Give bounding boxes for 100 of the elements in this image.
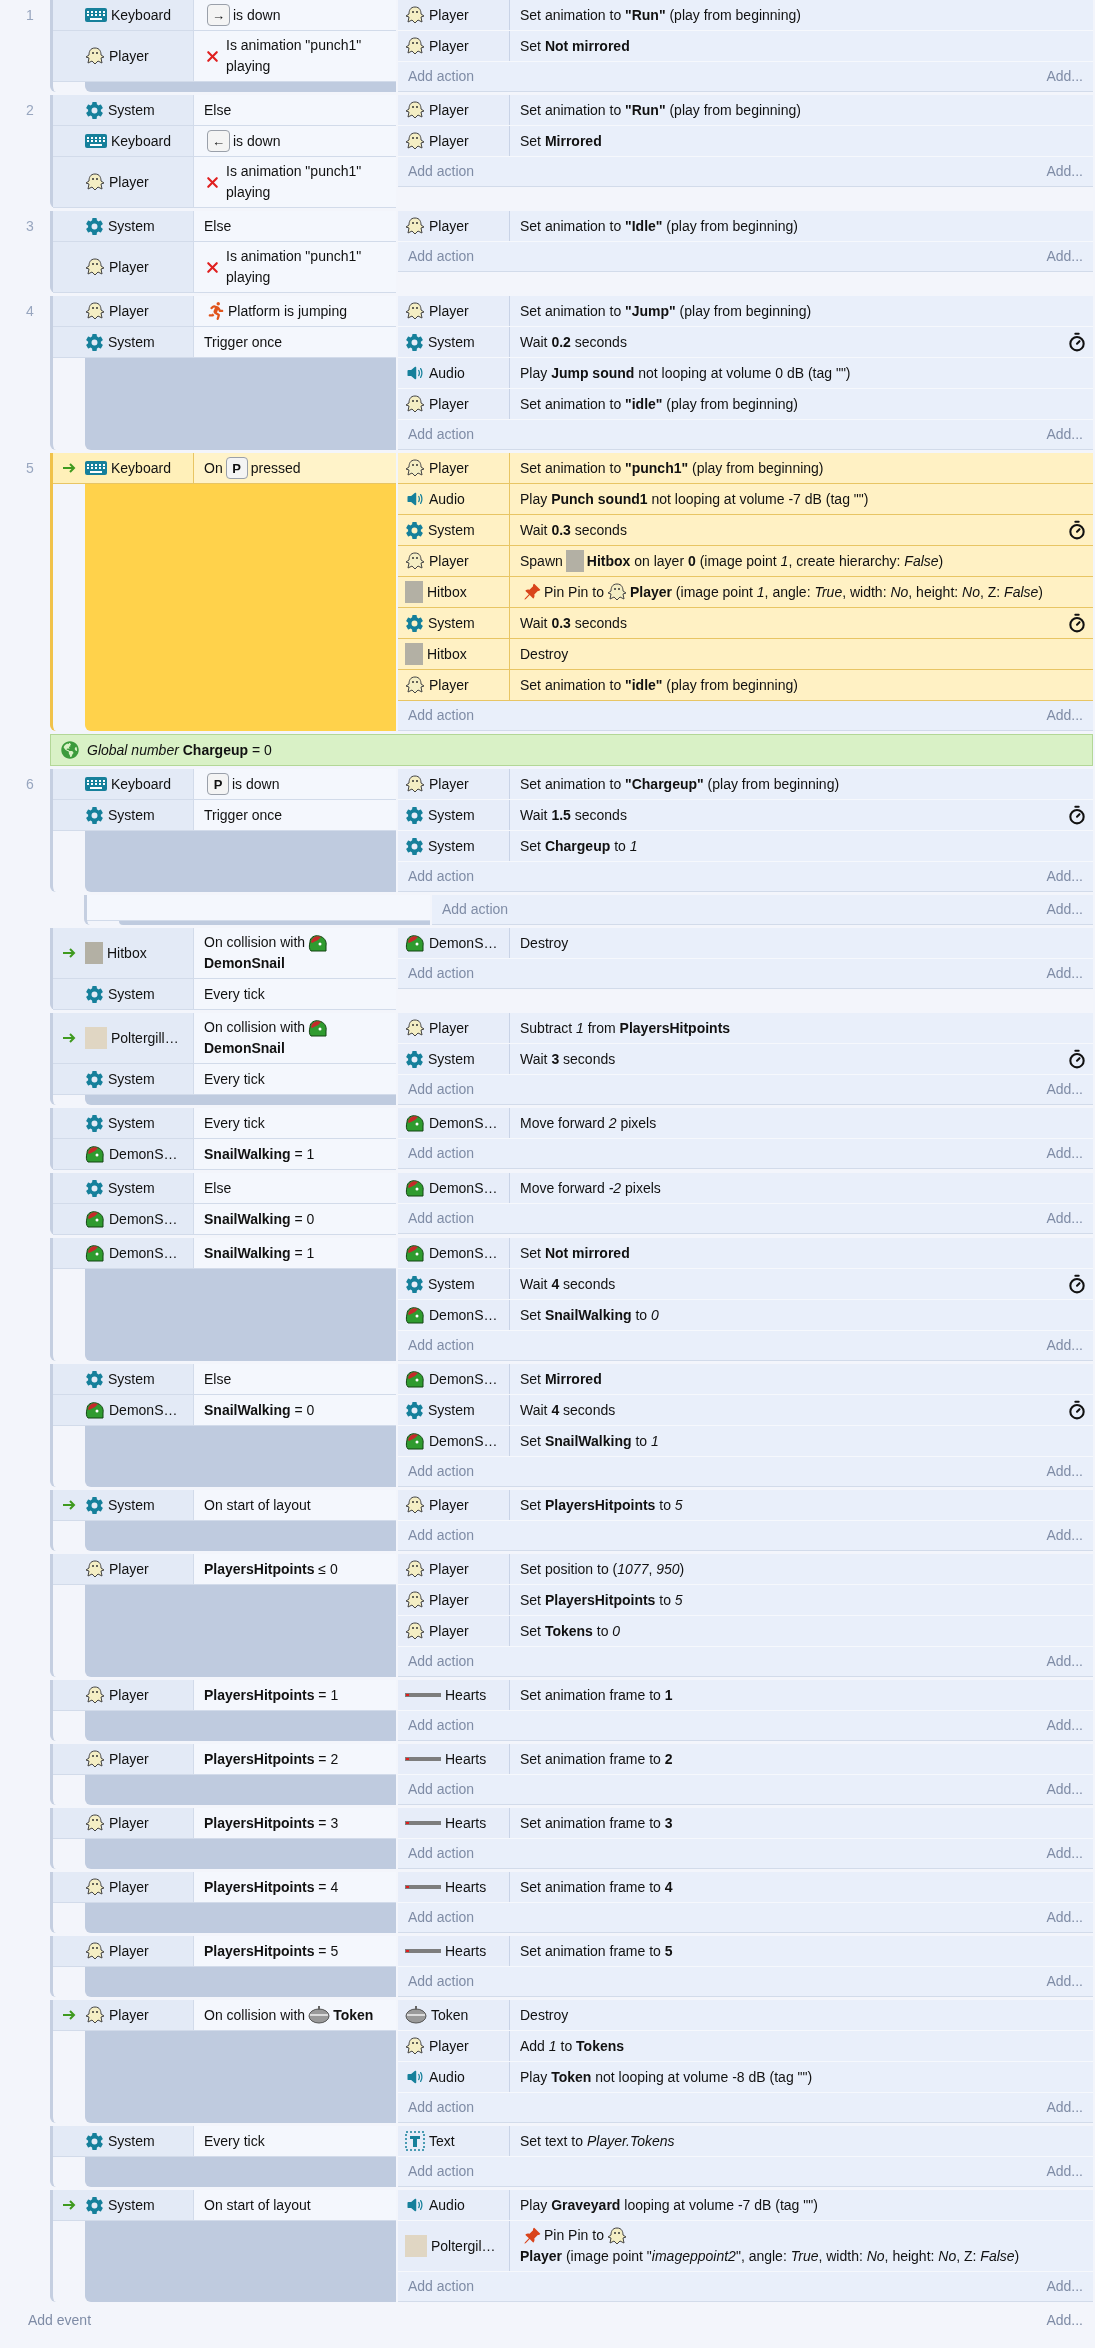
condition-object-cell[interactable]: System — [53, 327, 193, 357]
condition-object-cell[interactable]: Player — [53, 1680, 193, 1710]
action-object-cell[interactable]: DemonS… — [398, 1238, 509, 1268]
action-cell[interactable]: Wait 4 seconds — [509, 1269, 1093, 1299]
action-object-cell[interactable]: System — [398, 327, 509, 357]
condition-object-cell[interactable]: Keyboard — [53, 126, 193, 156]
action-object-cell[interactable]: Player — [398, 0, 509, 30]
action-object-cell[interactable]: Player — [398, 1554, 509, 1584]
action-object-cell[interactable]: Hearts — [398, 1808, 509, 1838]
condition-object-cell[interactable]: Keyboard — [53, 453, 193, 483]
action-cell[interactable]: Set SnailWalking to 0 — [509, 1300, 1093, 1330]
condition-object-cell[interactable]: Keyboard — [53, 0, 193, 30]
action-cell[interactable]: Set Mirrored — [509, 1364, 1093, 1394]
action-cell[interactable]: Set animation frame to 4 — [509, 1872, 1093, 1902]
condition-object-cell[interactable]: System — [53, 2190, 193, 2220]
action-cell[interactable]: Wait 0.3 seconds — [509, 515, 1093, 545]
action-object-cell[interactable]: Audio — [398, 2190, 509, 2220]
action-object-cell[interactable]: DemonS… — [398, 1364, 509, 1394]
condition-object-cell[interactable]: DemonS… — [53, 1395, 193, 1425]
action-cell[interactable]: Wait 4 seconds — [509, 1395, 1093, 1425]
action-cell[interactable]: Move forward -2 pixels — [509, 1173, 1093, 1203]
action-object-cell[interactable]: System — [398, 831, 509, 861]
action-object-cell[interactable]: Player — [398, 1585, 509, 1615]
action-cell[interactable]: Set Not mirrored — [509, 31, 1093, 61]
action-cell[interactable]: Destroy — [509, 2000, 1093, 2030]
action-cell[interactable]: Set animation frame to 5 — [509, 1936, 1093, 1966]
condition-object-cell[interactable]: System — [53, 2126, 193, 2156]
action-object-cell[interactable]: Player — [398, 31, 509, 61]
condition-object-cell[interactable]: System — [53, 95, 193, 125]
action-object-cell[interactable]: DemonS… — [398, 1300, 509, 1330]
action-object-cell[interactable]: Player — [398, 670, 509, 700]
action-object-cell[interactable]: Player — [398, 769, 509, 799]
condition-object-cell[interactable]: System — [53, 800, 193, 830]
condition-object-cell[interactable]: Player — [53, 31, 193, 81]
action-object-cell[interactable]: Hearts — [398, 1680, 509, 1710]
action-object-cell[interactable]: Player — [398, 453, 509, 483]
action-object-cell[interactable]: DemonS… — [398, 1108, 509, 1138]
action-cell[interactable]: Set Mirrored — [509, 126, 1093, 156]
action-object-cell[interactable]: Player — [398, 95, 509, 125]
action-cell[interactable]: Set animation to "Chargeup" (play from beginning) — [509, 769, 1093, 799]
action-cell[interactable]: Set animation to "Jump" (play from beginning) — [509, 296, 1093, 326]
action-cell[interactable]: Play Token not looping at volume -8 dB (tag "") — [509, 2062, 1093, 2092]
action-cell[interactable]: Play Jump sound not looping at volume 0 dB (tag "") — [509, 358, 1093, 388]
action-object-cell[interactable]: System — [398, 800, 509, 830]
action-object-cell[interactable]: System — [398, 1269, 509, 1299]
action-cell[interactable]: Wait 0.3 seconds — [509, 608, 1093, 638]
action-cell[interactable]: Play Graveyard looping at volume -7 dB (tag "") — [509, 2190, 1093, 2220]
action-object-cell[interactable]: Audio — [398, 358, 509, 388]
condition-object-cell[interactable]: System — [53, 979, 193, 1009]
condition-object-cell[interactable]: System — [53, 211, 193, 241]
action-cell[interactable]: Set animation to "punch1" (play from beginning) — [509, 453, 1093, 483]
action-cell[interactable]: Wait 0.2 seconds — [509, 327, 1093, 357]
action-object-cell[interactable]: System — [398, 1395, 509, 1425]
action-cell[interactable]: Set animation to "idle" (play from beginning) — [509, 389, 1093, 419]
condition-object-cell[interactable]: Keyboard — [53, 769, 193, 799]
condition-object-cell[interactable]: Player — [53, 157, 193, 207]
condition-object-cell[interactable]: Player — [53, 1808, 193, 1838]
action-cell[interactable]: Set animation to "Run" (play from beginning) — [509, 0, 1093, 30]
action-object-cell[interactable]: Player — [398, 389, 509, 419]
action-object-cell[interactable]: DemonS… — [398, 928, 509, 958]
condition-object-cell[interactable]: System — [53, 1173, 193, 1203]
action-cell[interactable]: Set animation to "idle" (play from beginning) — [509, 670, 1093, 700]
action-object-cell[interactable]: DemonS… — [398, 1173, 509, 1203]
action-cell[interactable]: Add 1 to Tokens — [509, 2031, 1093, 2061]
action-object-cell[interactable]: Poltergil… — [398, 2221, 509, 2271]
action-cell[interactable]: Set text to Player.Tokens — [509, 2126, 1093, 2156]
action-object-cell[interactable]: System — [398, 608, 509, 638]
global-variable-row[interactable]: Global number Chargeup = 0 — [50, 734, 1093, 766]
action-object-cell[interactable]: Hearts — [398, 1936, 509, 1966]
action-object-cell[interactable]: Player — [398, 296, 509, 326]
action-object-cell[interactable]: DemonS… — [398, 1426, 509, 1456]
condition-object-cell[interactable]: DemonS… — [53, 1139, 193, 1169]
action-object-cell[interactable]: Player — [398, 546, 509, 576]
action-cell[interactable]: Spawn Hitbox on layer 0 (image point 1, create hierarchy: False) — [509, 546, 1093, 576]
action-object-cell[interactable]: Hitbox — [398, 639, 509, 669]
action-cell[interactable]: Pin Pin to Player (image point "imageppoint2", angle: True, width: No, height: No, Z: False) — [509, 2221, 1093, 2271]
condition-cell[interactable]: On P pressed — [193, 453, 396, 483]
action-object-cell[interactable]: Player — [398, 1616, 509, 1646]
action-cell[interactable]: Move forward 2 pixels — [509, 1108, 1093, 1138]
action-object-cell[interactable]: Hitbox — [398, 577, 509, 607]
action-object-cell[interactable]: System — [398, 515, 509, 545]
action-cell[interactable]: Set PlayersHitpoints to 5 — [509, 1490, 1093, 1520]
action-cell[interactable]: Set PlayersHitpoints to 5 — [509, 1585, 1093, 1615]
action-object-cell[interactable]: Audio — [398, 484, 509, 514]
action-object-cell[interactable]: Hearts — [398, 1872, 509, 1902]
action-object-cell[interactable]: Player — [398, 1490, 509, 1520]
action-object-cell[interactable]: Text — [398, 2126, 509, 2156]
action-cell[interactable]: Set SnailWalking to 1 — [509, 1426, 1093, 1456]
action-cell[interactable]: Set animation frame to 2 — [509, 1744, 1093, 1774]
action-object-cell[interactable]: Hearts — [398, 1744, 509, 1774]
condition-object-cell[interactable]: System — [53, 1364, 193, 1394]
condition-object-cell[interactable]: Player — [53, 1554, 193, 1584]
action-cell[interactable]: Wait 1.5 seconds — [509, 800, 1093, 830]
action-object-cell[interactable]: Player — [398, 2031, 509, 2061]
condition-object-cell[interactable]: System — [53, 1490, 193, 1520]
action-cell[interactable]: Play Punch sound1 not looping at volume -7 dB (tag "") — [509, 484, 1093, 514]
action-cell[interactable]: Wait 3 seconds — [509, 1044, 1093, 1074]
action-object-cell[interactable]: Player — [398, 1013, 509, 1043]
condition-object-cell[interactable]: System — [53, 1064, 193, 1094]
action-object-cell[interactable]: System — [398, 1044, 509, 1074]
